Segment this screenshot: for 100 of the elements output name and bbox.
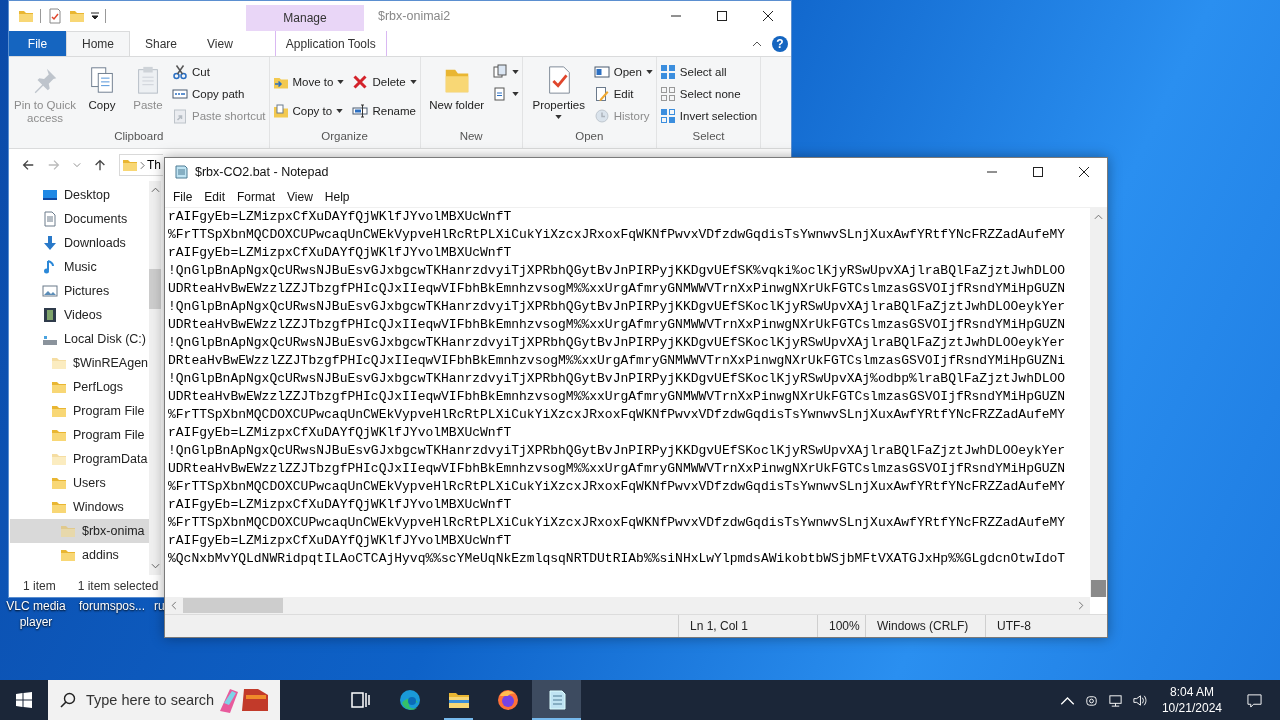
folder-icon	[51, 355, 67, 371]
select-none-icon	[659, 86, 676, 102]
videos-icon	[42, 307, 58, 323]
browser-icon	[397, 688, 422, 712]
scroll-left-icon[interactable]	[171, 601, 177, 610]
ribbon-button[interactable]: Edit	[593, 83, 653, 105]
scrollbar-thumb[interactable]	[183, 598, 283, 613]
tree-item[interactable]: Documents	[10, 207, 149, 231]
search-field[interactable]: Type here to search	[48, 680, 280, 720]
scroll-up-icon[interactable]	[150, 187, 160, 193]
menu-item[interactable]: View	[281, 189, 319, 204]
collapse-ribbon-icon[interactable]	[752, 40, 762, 47]
file-menu-tab[interactable]: File	[9, 31, 66, 56]
caret-icon	[645, 70, 653, 74]
text-line: !QnGlpBnApNgxQcURwsNJBuEsvGJxbgcwTKHanrzdvyiTjXPRbhQGytBvJnPIRPyjKKDgvUEfSKoclKjyRSwUpvXAjlraBQlFaZjztJwhDLOOeykYer	[168, 298, 1067, 316]
history-icon	[593, 108, 610, 124]
text-line: rAIFgyEb=LZMizpxCfXuDAYfQjWKlfJYvolMBXUcWnfT	[168, 208, 513, 226]
ribbon-button[interactable]: Copy path	[172, 83, 266, 105]
ribbon-button[interactable]: Rename	[352, 96, 417, 125]
tree-item[interactable]: $rbx-onima	[10, 519, 149, 543]
ribbon-button[interactable]: Select all	[659, 61, 758, 83]
ribbon-button[interactable]: Invert selection	[659, 105, 758, 127]
easy-access-icon	[491, 86, 508, 102]
maximize-icon	[717, 11, 727, 21]
text-line: rAIFgyEb=LZMizpxCfXuDAYfQjWKlfJYvolMBXUcWnfT	[168, 532, 513, 550]
caret-icon	[336, 108, 344, 113]
ribbon-button[interactable]: Select none	[659, 83, 758, 105]
desktop-icon-label[interactable]: forumspos...	[76, 598, 148, 630]
scrollbar-thumb[interactable]	[149, 269, 161, 309]
tree-item[interactable]: Program File	[10, 423, 149, 447]
tree-item[interactable]: Desktop	[10, 183, 149, 207]
scroll-right-icon[interactable]	[1078, 601, 1084, 610]
scrollbar-thumb[interactable]	[1091, 580, 1106, 597]
folder-icon	[51, 427, 67, 443]
select-all-icon	[659, 64, 676, 80]
ribbon-tab[interactable]: Home	[66, 31, 130, 56]
tree-item[interactable]: Program File	[10, 399, 149, 423]
up-icon[interactable]	[93, 158, 107, 172]
menu-item[interactable]: Help	[318, 189, 356, 204]
ribbon-button[interactable]: Copy	[80, 59, 124, 130]
tree-item[interactable]: ProgramData	[10, 447, 149, 471]
text-line: rAIFgyEb=LZMizpxCfXuDAYfQjWKlfJYvolMBXUcWnfT	[168, 496, 513, 514]
folder-icon	[122, 157, 138, 173]
text-line: %FrTTSpXbnMQCDOXCUPwcaqUnCWEkVypveHlRcRtPLXiCukYiXzcxJRxoxFqWKNfPwvxVDfzdwGqdisTsYwnwvSLnjXuxAwfYRtfYNcFRZZadAufeMY	[168, 226, 1067, 244]
network-icon[interactable]	[1107, 692, 1123, 708]
ribbon-button[interactable]: Copy to	[272, 96, 345, 125]
pictures-icon	[42, 283, 58, 299]
tree-item[interactable]: Local Disk (C:)	[10, 327, 149, 351]
menu-item[interactable]: Format	[231, 189, 282, 204]
help-button[interactable]: ?	[772, 35, 788, 52]
scrollbar[interactable]	[1090, 208, 1107, 597]
address-bar[interactable]: Th	[119, 154, 163, 176]
notifications-icon[interactable]	[1247, 692, 1262, 708]
scrollbar[interactable]	[149, 181, 161, 575]
open-icon	[593, 64, 610, 80]
tree-item[interactable]: PerfLogs	[10, 375, 149, 399]
ribbon-button[interactable]: Cut	[172, 61, 266, 83]
folder-copy-icon	[272, 102, 289, 119]
zoom-level: 100%	[817, 615, 865, 637]
ribbon-tab[interactable]: Share	[130, 31, 193, 56]
ribbon-button[interactable]: Open	[593, 61, 653, 83]
start-icon[interactable]	[16, 692, 32, 708]
ribbon-tab[interactable]: View	[192, 31, 248, 56]
clock[interactable]: 8:04 AM 10/21/2024	[1161, 684, 1222, 716]
scrollbar[interactable]	[165, 597, 1090, 614]
breadcrumb[interactable]: Th	[147, 158, 161, 172]
folder-icon	[51, 475, 67, 491]
dropdown-icon[interactable]	[91, 12, 99, 20]
properties-icon[interactable]	[47, 8, 63, 24]
search-icon	[60, 692, 76, 708]
text-line: rAIFgyEb=LZMizpxCfXuDAYfQjWKlfJYvolMBXUcWnfT	[168, 244, 513, 262]
tree-item[interactable]: $WinREAgen	[10, 351, 149, 375]
tree-item[interactable]: addins	[10, 543, 149, 567]
ribbon-button[interactable]: Delete	[352, 67, 417, 96]
tree-item[interactable]: Windows	[10, 495, 149, 519]
chevron-icon	[140, 160, 145, 170]
tree-item[interactable]: Videos	[10, 303, 149, 327]
delete-icon	[352, 73, 369, 90]
ribbon-button[interactable]: New folder	[423, 59, 490, 130]
ribbon-button[interactable]: Move to	[272, 67, 345, 96]
desktop-icon-label[interactable]: VLC media player	[0, 598, 72, 630]
scroll-up-icon[interactable]	[1094, 214, 1103, 220]
tree-item[interactable]: Music	[10, 255, 149, 279]
taskbar-button[interactable]	[532, 680, 581, 720]
tree-item[interactable]: Pictures	[10, 279, 149, 303]
caret-icon	[409, 79, 417, 84]
window-title: $rbx-onimai2	[378, 9, 451, 23]
close-icon	[1079, 167, 1089, 177]
back-icon[interactable]	[21, 158, 35, 172]
scroll-down-icon[interactable]	[150, 563, 160, 569]
tree-item[interactable]: Downloads	[10, 231, 149, 255]
desktop-icon	[42, 187, 58, 203]
tree-item[interactable]: Users	[10, 471, 149, 495]
folder-icon	[60, 547, 76, 563]
volume-icon[interactable]	[1131, 692, 1147, 708]
fox-browser-icon	[495, 688, 520, 712]
menu-item[interactable]: Edit	[198, 189, 232, 204]
desktop-icon-label[interactable]: ru	[154, 598, 165, 630]
menu-item[interactable]: File	[167, 189, 199, 204]
ribbon-button[interactable]: Properties	[525, 59, 592, 130]
